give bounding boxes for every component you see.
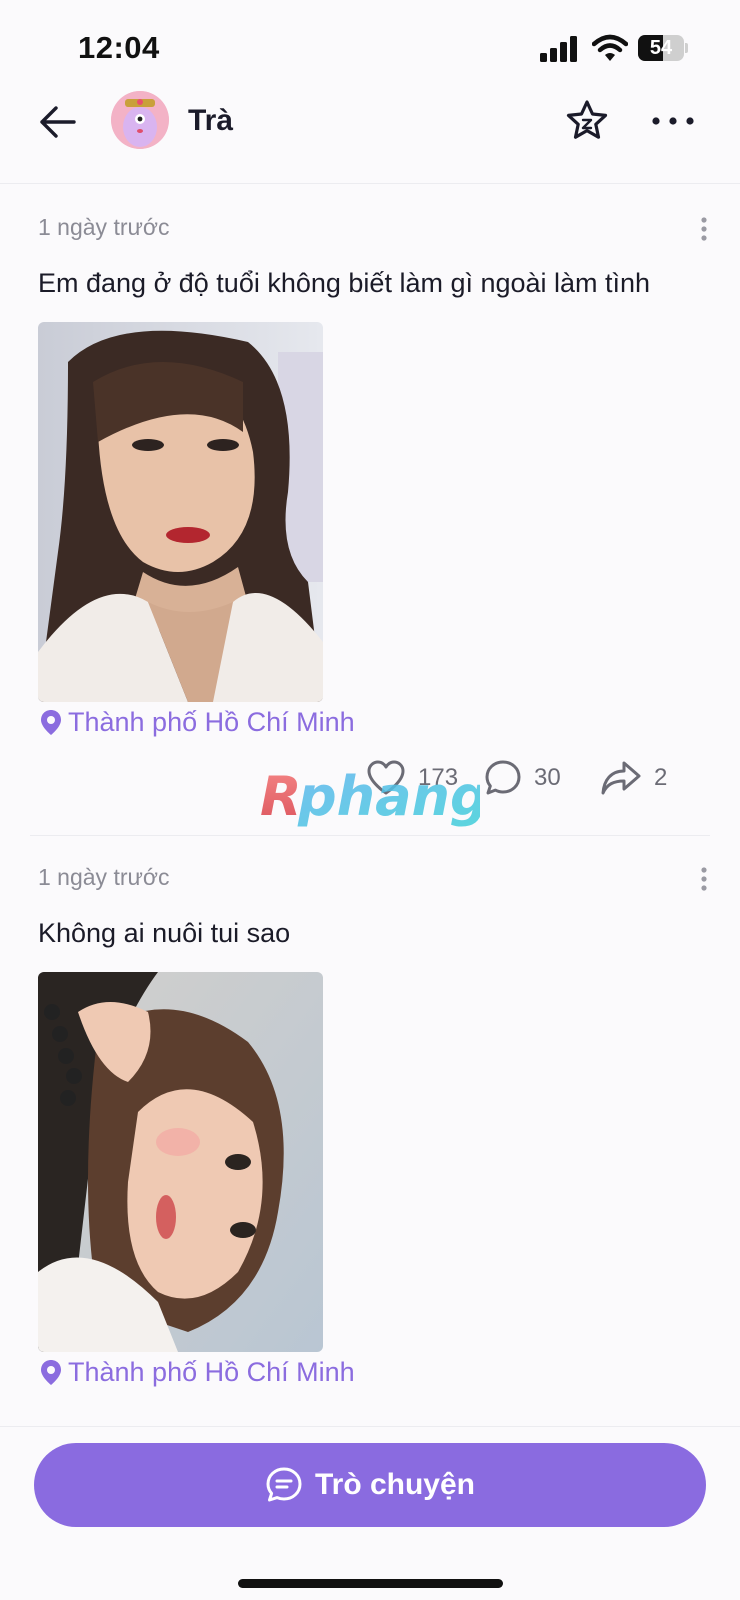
share-arrow-icon [601,761,641,795]
chat-button-label: Trò chuyện [314,1468,476,1501]
status-bar: 12:04 54 [0,0,740,90]
post-divider [30,835,710,836]
location-text: Thành phố Hồ Chí Minh [68,706,355,737]
location-pin-icon [41,710,61,735]
post-photo[interactable] [38,972,323,1352]
favorite-star-button[interactable] [564,98,610,144]
share-count: 2 [654,764,668,791]
avatar[interactable] [111,91,169,149]
wifi-icon [592,34,628,61]
post-location[interactable]: Thành phố Hồ Chí Minh [38,1355,355,1389]
watermark-logo: R phang [260,765,480,828]
signal-icon [540,36,577,62]
post-text: Em đang ở độ tuổi không biết làm gì ngoà… [38,268,651,298]
battery-icon: 54 [638,35,688,61]
battery-level: 54 [649,37,673,59]
post-time: 1 ngày trước [38,864,170,890]
chat-button[interactable]: Trò chuyện [34,1443,706,1527]
back-button[interactable] [36,100,80,144]
more-options-button[interactable] [650,106,696,136]
share-button[interactable]: 2 [600,753,667,803]
comment-bubble-icon [485,760,521,795]
comment-count: 30 [534,764,561,791]
post-photo[interactable] [38,322,323,702]
post-time: 1 ngày trước [38,214,170,240]
svg-text:phang: phang [297,765,480,828]
post-text: Không ai nuôi tui sao [38,918,291,948]
post-location[interactable]: Thành phố Hồ Chí Minh [38,705,355,739]
svg-text:R: R [260,765,302,828]
post-menu-button[interactable] [698,215,710,245]
home-indicator[interactable] [238,1579,503,1588]
post-menu-button[interactable] [698,865,710,895]
profile-name[interactable]: Trà [188,104,233,138]
status-time: 12:04 [78,30,160,65]
bottom-bar: Trò chuyện [0,1426,740,1600]
profile-header: Trà [0,84,740,184]
location-text: Thành phố Hồ Chí Minh [68,1356,355,1387]
chat-bubble-icon [266,1467,302,1502]
location-pin-icon [41,1360,61,1385]
avatar-character-icon [111,91,169,149]
comment-button[interactable]: 30 [484,753,561,803]
